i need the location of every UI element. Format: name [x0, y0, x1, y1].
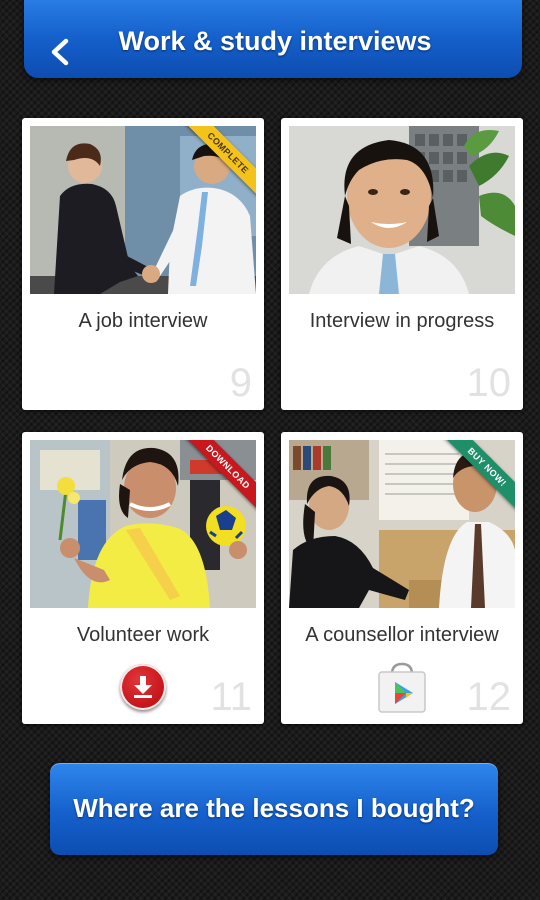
back-button[interactable]	[40, 30, 80, 74]
page-title: Work & study interviews	[118, 26, 432, 56]
download-ribbon: DOWNLOAD	[180, 440, 256, 516]
lesson-number: 12	[466, 675, 512, 719]
play-store-button[interactable]	[375, 660, 429, 714]
lesson-number: 9	[229, 361, 252, 405]
play-store-icon	[378, 662, 426, 713]
purchased-lessons-button[interactable]: Where are the lessons I bought?	[50, 763, 498, 855]
buy-now-ribbon: BUY NOW!	[439, 440, 515, 516]
interview-in-progress-photo	[289, 126, 515, 294]
lesson-card-interview-in-progress[interactable]: Interview in progress 10	[281, 118, 523, 410]
chevron-left-icon	[51, 38, 69, 66]
lesson-number: 10	[466, 361, 512, 405]
lesson-number: 11	[210, 675, 252, 719]
lesson-title: Volunteer work	[76, 624, 210, 646]
lesson-title: Interview in progress	[309, 310, 495, 332]
lesson-title: A job interview	[78, 310, 208, 332]
complete-ribbon: COMPLETE	[180, 126, 256, 202]
purchased-lessons-label: Where are the lessons I bought?	[73, 793, 475, 823]
lesson-card-counsellor-interview[interactable]: BUY NOW! A counsellor interview 12	[281, 432, 523, 724]
lesson-title: A counsellor interview	[305, 624, 499, 646]
download-button[interactable]	[120, 664, 166, 710]
download-icon	[134, 676, 152, 698]
lesson-card-job-interview[interactable]: COMPLETE A job interview 9	[22, 118, 264, 410]
lesson-card-volunteer-work[interactable]: DOWNLOAD Volunteer work 11	[22, 432, 264, 724]
